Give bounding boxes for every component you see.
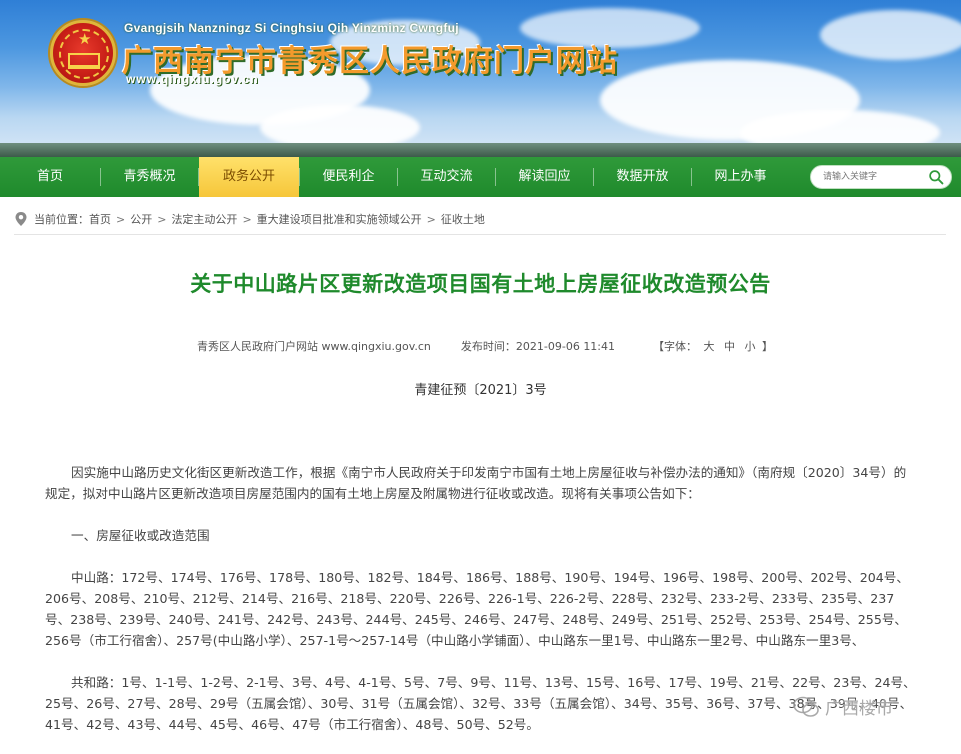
nav-item-services[interactable]: 便民利企: [300, 157, 397, 197]
breadcrumb-land-expropriation[interactable]: 征收土地: [441, 211, 485, 227]
article-source: 青秀区人民政府门户网站 www.qingxiu.gov.cn: [197, 340, 431, 353]
breadcrumb-statutory[interactable]: 法定主动公开: [171, 211, 237, 227]
font-size-label: 【字体：: [653, 340, 698, 353]
watermark: 广西楼市: [793, 694, 893, 719]
document-number: 青建征预〔2021〕3号: [414, 383, 547, 398]
section-heading: 一、房屋征收或改造范围: [71, 528, 210, 543]
skyline: [0, 143, 961, 157]
nav-item-interpretation[interactable]: 解读回应: [496, 157, 593, 197]
search-box: [810, 165, 952, 189]
publish-time: 发布时间：2021-09-06 11:41: [460, 340, 616, 353]
cloud-decoration: [820, 10, 961, 60]
site-banner: ★ Gvangjsih Nanzningz Si Cinghsiu Qih Yi…: [0, 0, 961, 157]
article-body: 因实施中山路历史文化街区更新改造工作，根据《南宁市人民政府关于印发南宁市国有土地…: [45, 462, 918, 735]
breadcrumb-home[interactable]: 首页: [89, 211, 111, 227]
breadcrumb-separator: >: [242, 212, 252, 226]
location-pin-icon: [15, 212, 27, 226]
article-paragraph: 因实施中山路历史文化街区更新改造工作，根据《南宁市人民政府关于印发南宁市国有土地…: [45, 465, 907, 501]
font-size-label-close: 】: [762, 340, 774, 353]
breadcrumb-divider: [14, 234, 946, 235]
nav-item-online-services[interactable]: 网上办事: [692, 157, 789, 197]
breadcrumb-public[interactable]: 公开: [130, 211, 152, 227]
breadcrumb: 当前位置： 首页 > 公开 > 法定主动公开 > 重大建设项目批准和实施领域公开…: [14, 210, 485, 228]
nav-item-open-data[interactable]: 数据开放: [594, 157, 691, 197]
search-icon[interactable]: [928, 169, 945, 186]
font-size-switcher: 【字体： 大 中 小 】: [653, 338, 773, 354]
breadcrumb-separator: >: [426, 212, 436, 226]
site-url: www.qingxiu.gov.cn: [126, 72, 259, 86]
font-size-large-button[interactable]: 大: [704, 340, 715, 353]
article-paragraph: 中山路：172号、174号、176号、178号、180号、182号、184号、1…: [45, 570, 909, 648]
search-input[interactable]: [823, 169, 923, 185]
breadcrumb-separator: >: [157, 212, 167, 226]
wechat-icon: [793, 696, 819, 717]
nav-item-gov-affairs[interactable]: 政务公开: [199, 157, 299, 197]
breadcrumb-prefix: 当前位置：: [34, 213, 89, 226]
breadcrumb-major-projects[interactable]: 重大建设项目批准和实施领域公开: [257, 211, 422, 227]
nav-item-interaction[interactable]: 互动交流: [398, 157, 495, 197]
national-emblem-icon: ★: [50, 20, 116, 86]
breadcrumb-separator: >: [116, 212, 126, 226]
font-size-small-button[interactable]: 小: [745, 340, 756, 353]
main-nav: 首页 青秀概况 政务公开 便民利企 互动交流 解读回应 数据开放 网上办事: [0, 157, 961, 197]
article-meta: 青秀区人民政府门户网站 www.qingxiu.gov.cn 发布时间：2021…: [197, 338, 773, 354]
site-roman-name: Gvangjsih Nanzningz Si Cinghsiu Qih Yinz…: [124, 21, 459, 35]
article-paragraph: 共和路：1号、1-1号、1-2号、2-1号、3号、4号、4-1号、5号、7号、9…: [45, 675, 916, 732]
nav-item-home[interactable]: 首页: [0, 157, 100, 197]
article-title: 关于中山路片区更新改造项目国有土地上房屋征收改造预公告: [190, 272, 771, 296]
font-size-medium-button[interactable]: 中: [724, 340, 735, 353]
watermark-text: 广西楼市: [825, 699, 893, 719]
nav-item-overview[interactable]: 青秀概况: [101, 157, 198, 197]
